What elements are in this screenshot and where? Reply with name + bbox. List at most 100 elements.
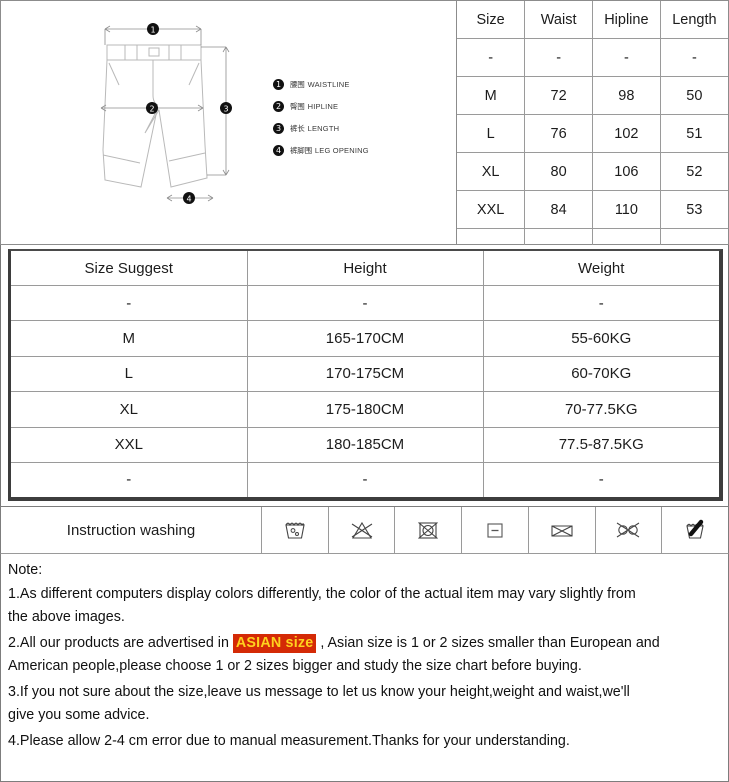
cell-size: XL <box>11 391 248 428</box>
cell-hipline: 110 <box>592 190 661 229</box>
dry-flat-icon <box>487 523 503 538</box>
note-item-2-prefix: 2.All our products are advertised in <box>8 634 233 651</box>
legend-bullet-2-icon: 2 <box>273 100 284 112</box>
washing-instructions-label: Instruction washing <box>1 507 262 553</box>
cell-height: 180-185CM <box>246 426 484 463</box>
cell-size: - <box>11 284 248 322</box>
size-measurement-table: Size Waist Hipline Length - - - - M 72 9… <box>457 1 728 266</box>
note-item-3-line-2: give you some advice. <box>8 707 150 723</box>
size-chart-page: 1 2 3 4 1 腰围 WAISTLINE 2 臀围 HIPLINE 3 裤长… <box>0 0 729 782</box>
cell-hipline: 106 <box>592 152 661 191</box>
note-item-4: 4.Please allow 2-4 cm error due to manua… <box>8 732 570 749</box>
note-item-1-line-1: 1.As different computers display colors … <box>8 585 636 602</box>
legend-item: 3 裤长 LENGTH <box>273 117 443 139</box>
do-not-tumble-dry-icon <box>418 522 439 539</box>
cell-height: 170-175CM <box>246 355 484 393</box>
do-not-bleach-icon <box>351 521 372 539</box>
washing-symbol-cell <box>529 507 596 553</box>
note-section: Note: 1.As different computers display c… <box>0 554 729 782</box>
legend-bullet-4-icon: 4 <box>273 144 284 156</box>
svg-text:1: 1 <box>150 26 155 35</box>
size-suggest-frame: Size Suggest Height Weight - - - M 165-1… <box>8 249 723 501</box>
legend-label-cn: 腰围 <box>290 79 305 89</box>
hand-wash-icon <box>285 522 305 539</box>
column-header-weight: Weight <box>482 251 719 286</box>
cell-size: L <box>457 114 526 153</box>
column-header-size-suggest: Size Suggest <box>11 251 248 286</box>
legend-label-en: HIPLINE <box>307 101 339 111</box>
cell-size: - <box>11 461 248 497</box>
washing-symbol-cell <box>596 507 663 553</box>
svg-text:2: 2 <box>149 105 154 114</box>
cell-size: M <box>457 76 526 115</box>
top-section: 1 2 3 4 1 腰围 WAISTLINE 2 臀围 HIPLINE 3 裤长… <box>0 0 729 266</box>
cell-waist: 84 <box>524 190 593 229</box>
shorts-diagram-icon: 1 2 3 4 <box>100 23 232 204</box>
cell-height: 175-180CM <box>246 391 484 428</box>
column-header-length: Length <box>659 1 728 39</box>
size-measurement-table-pane: Size Waist Hipline Length - - - - M 72 9… <box>456 0 729 266</box>
washing-symbol-cell <box>262 507 329 553</box>
table-row: L 76 102 51 <box>457 114 728 153</box>
table-row: L 170-175CM 60-70KG <box>11 355 719 393</box>
legend-item: 2 臀围 HIPLINE <box>273 95 443 117</box>
cell-size: XXL <box>11 426 248 463</box>
column-header-hipline: Hipline <box>592 1 661 39</box>
cell-hipline: 98 <box>592 76 661 115</box>
legend-label-en: LEG OPENING <box>314 145 369 155</box>
note-item-2-line-2: American people,please choose 1 or 2 siz… <box>8 658 582 674</box>
column-header-size: Size <box>457 1 526 39</box>
note-title: Note: <box>8 562 43 578</box>
cell-size: M <box>11 320 248 357</box>
measurement-legend: 1 腰围 WAISTLINE 2 臀围 HIPLINE 3 裤长 LENGTH … <box>273 73 443 161</box>
legend-bullet-1-icon: 1 <box>273 78 284 90</box>
table-row: - - - <box>11 461 719 497</box>
note-item-3-line-1: 3.If you not sure about the size,leave u… <box>8 683 630 700</box>
legend-label-cn: 臀围 <box>290 101 305 111</box>
table-row: M 165-170CM 55-60KG <box>11 320 719 357</box>
table-row: XL 80 106 52 <box>457 152 728 191</box>
table-row: - - - - <box>457 38 728 77</box>
cell-waist: 80 <box>524 152 593 191</box>
table-row: - - - <box>11 284 719 322</box>
cell-length: 51 <box>659 114 728 153</box>
legend-item: 4 裤脚围 LEG OPENING <box>273 139 443 161</box>
cell-waist: - <box>524 38 593 77</box>
cell-waist: 76 <box>524 114 593 153</box>
cell-height: - <box>246 461 484 497</box>
cell-hipline: 102 <box>592 114 661 153</box>
size-suggest-table: Size Suggest Height Weight - - - M 165-1… <box>11 251 719 497</box>
table-row: XXL 180-185CM 77.5-87.5KG <box>11 426 719 463</box>
legend-label-cn: 裤脚围 <box>290 145 312 155</box>
cell-height: 165-170CM <box>246 320 484 357</box>
column-header-height: Height <box>246 251 484 286</box>
washing-symbol-cell <box>329 507 396 553</box>
cell-length: 52 <box>659 152 728 191</box>
table-row: XL 175-180CM 70-77.5KG <box>11 391 719 428</box>
note-item-1-line-2: the above images. <box>8 609 125 625</box>
cell-weight: 70-77.5KG <box>482 391 719 428</box>
svg-text:4: 4 <box>186 195 191 204</box>
cell-length: 53 <box>659 190 728 229</box>
legend-label-cn: 裤长 <box>290 123 305 133</box>
washing-instructions-row: Instruction washing <box>0 506 729 554</box>
table-row: XXL 84 110 53 <box>457 190 728 229</box>
cell-waist: 72 <box>524 76 593 115</box>
cell-weight: - <box>482 284 719 322</box>
cell-length: - <box>659 38 728 77</box>
legend-item: 1 腰围 WAISTLINE <box>273 73 443 95</box>
cell-weight: - <box>482 461 719 497</box>
column-header-waist: Waist <box>524 1 593 39</box>
cell-height: - <box>246 284 484 322</box>
legend-label-en: LENGTH <box>307 123 340 133</box>
washing-symbol-cell <box>462 507 529 553</box>
washing-symbol-cell <box>662 507 728 553</box>
note-item-2-line-1: 2.All our products are advertised in ASI… <box>8 632 722 656</box>
legend-bullet-3-icon: 3 <box>273 122 284 134</box>
size-suggest-section: Size Suggest Height Weight - - - M 165-1… <box>0 245 729 506</box>
legend-label-en: WAISTLINE <box>307 79 350 89</box>
washing-symbol-cell <box>395 507 463 553</box>
cell-weight: 60-70KG <box>482 355 719 393</box>
cell-weight: 77.5-87.5KG <box>482 426 719 463</box>
do-not-wring-icon <box>686 519 704 539</box>
